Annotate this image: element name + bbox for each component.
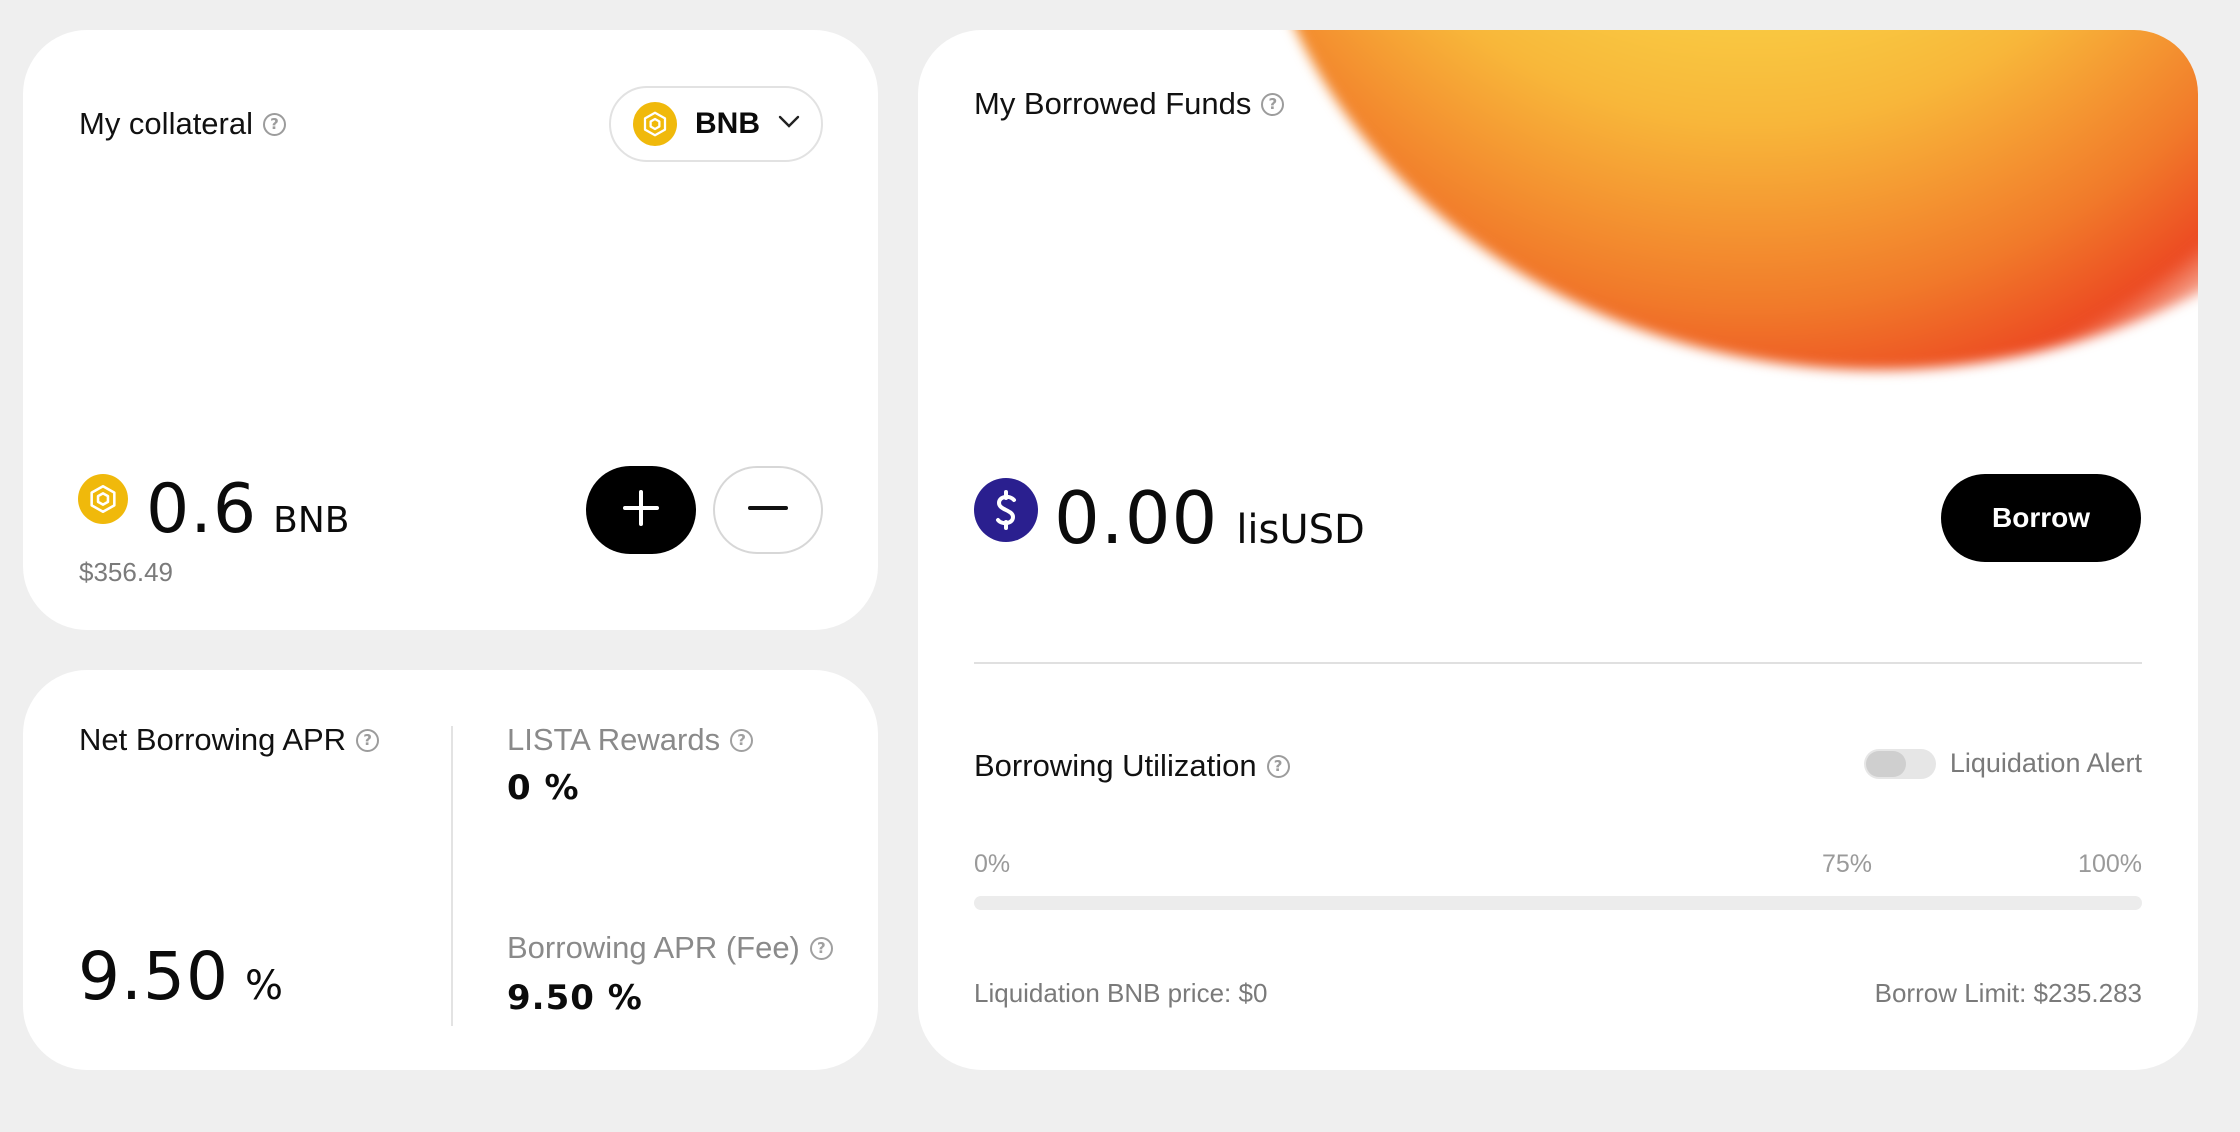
borrowed-funds-card: My Borrowed Funds ? 0.00 lisUSD Borrow B… <box>918 30 2198 1070</box>
utilization-tick-label: 0% <box>974 850 1011 878</box>
borrowing-apr-fee-title-text: Borrowing APR (Fee) <box>507 930 800 965</box>
borrow-limit: Borrow Limit: $235.283 <box>1874 978 2142 1008</box>
borrowing-apr-fee-value: 9.50 % <box>507 978 643 1018</box>
liquidation-alert-label: Liquidation Alert <box>1949 748 2142 778</box>
liquidation-alert-toggle[interactable] <box>1863 748 1936 779</box>
bnb-logo-icon <box>633 102 677 146</box>
apr-divider <box>451 726 453 1026</box>
borrow-button[interactable]: Borrow <box>1941 474 2141 562</box>
borrowed-amount-value: 0.00 <box>1054 476 1219 560</box>
net-apr-title: Net Borrowing APR ? <box>79 722 380 758</box>
add-collateral-button[interactable] <box>586 466 696 554</box>
net-apr-title-text: Net Borrowing APR <box>79 722 347 757</box>
minus-icon <box>746 488 790 533</box>
liquidation-alert: Liquidation Alert <box>1863 748 2142 779</box>
plus-icon <box>621 488 661 533</box>
collateral-amount-unit: BNB <box>273 500 350 541</box>
borrowing-utilization-title: Borrowing Utilization ? <box>974 748 1290 784</box>
borrowing-apr-fee-title: Borrowing APR (Fee) ? <box>507 930 833 966</box>
apr-card: Net Borrowing APR ? 9.50 % LISTA Rewards… <box>23 670 878 1070</box>
borrowed-funds-title-text: My Borrowed Funds <box>974 86 1252 121</box>
chevron-down-icon <box>778 115 800 134</box>
net-apr-value: 9.50 % <box>78 938 283 1015</box>
question-circle-icon[interactable]: ? <box>356 728 380 752</box>
decorative-sun-glow <box>1248 30 2198 370</box>
question-circle-icon[interactable]: ? <box>730 728 754 752</box>
collateral-amount-value: 0.6 <box>146 470 258 549</box>
net-apr-number: 9.50 <box>78 938 229 1015</box>
collateral-title: My collateral ? <box>79 106 286 142</box>
utilization-tick-label: 100% <box>2078 850 2142 878</box>
borrowed-amount: 0.00 lisUSD <box>1054 476 1365 560</box>
collateral-usd-value: $356.49 <box>79 557 173 587</box>
question-circle-icon[interactable]: ? <box>263 112 286 136</box>
question-circle-icon[interactable]: ? <box>1261 92 1285 116</box>
utilization-tick-label: 75% <box>1822 850 1873 878</box>
borrowing-utilization-title-text: Borrowing Utilization <box>974 748 1257 783</box>
borrowed-amount-unit: lisUSD <box>1236 507 1365 553</box>
selected-asset-label: BNB <box>695 107 760 140</box>
question-circle-icon[interactable]: ? <box>1266 754 1290 778</box>
section-divider <box>974 662 2142 664</box>
collateral-card: My collateral ? BNB 0.6 BNB $356.49 <box>23 30 878 630</box>
lista-rewards-title-text: LISTA Rewards <box>507 722 721 757</box>
lista-rewards-title: LISTA Rewards ? <box>507 722 754 758</box>
lista-rewards-value: 0 % <box>507 768 580 808</box>
asset-select-dropdown[interactable]: BNB <box>609 86 823 162</box>
remove-collateral-button[interactable] <box>713 466 823 554</box>
lisusd-logo-icon <box>974 478 1038 542</box>
borrowed-funds-title: My Borrowed Funds ? <box>974 86 1285 122</box>
collateral-amount: 0.6 BNB <box>146 470 349 549</box>
net-apr-unit: % <box>244 963 283 1009</box>
question-circle-icon[interactable]: ? <box>809 936 833 960</box>
liquidation-price: Liquidation BNB price: $0 <box>974 978 1268 1008</box>
collateral-title-text: My collateral <box>79 106 253 141</box>
utilization-progress-bar <box>974 896 2142 910</box>
bnb-logo-icon <box>78 474 128 524</box>
